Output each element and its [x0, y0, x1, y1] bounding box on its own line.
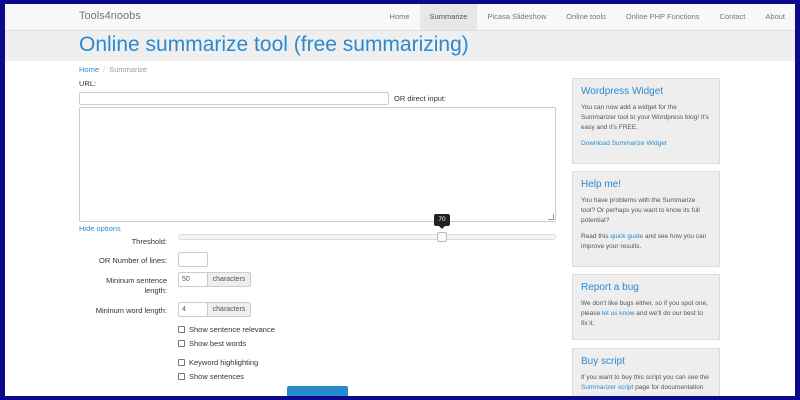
quick-guide-link[interactable]: quick guide — [610, 233, 643, 240]
summarizer-script-link[interactable]: Summarizer script — [581, 384, 633, 391]
submit-button[interactable] — [287, 386, 348, 396]
min-sentence-label-line1: Mininum sentence — [106, 276, 167, 285]
show-best-words-label[interactable]: Show best words — [189, 339, 246, 348]
show-best-words-checkbox[interactable] — [178, 340, 185, 347]
report-bug-text: We don't like bugs either, so if you spo… — [581, 300, 708, 327]
threshold-label: Threshold: — [131, 237, 167, 246]
help-panel: Help me! You have problems with the Summ… — [572, 171, 720, 267]
brand-logo[interactable]: Tools4noobs — [79, 10, 141, 22]
resize-handle[interactable] — [548, 214, 554, 220]
url-label: URL: — [79, 79, 97, 88]
show-sentence-relevance-label[interactable]: Show sentence relevance — [189, 325, 275, 334]
hide-options-link[interactable]: Hide options — [79, 224, 121, 233]
report-bug-panel: Report a bug We don't like bugs either, … — [572, 274, 720, 340]
min-sentence-unit: characters — [207, 272, 251, 287]
min-sentence-input[interactable]: 50 — [178, 272, 208, 287]
navbar: Tools4noobs Home Summarize Picasa Slides… — [5, 4, 795, 31]
min-word-unit: characters — [207, 302, 251, 317]
threshold-slider-track[interactable] — [178, 234, 556, 240]
nav-item-contact[interactable]: Contact — [710, 4, 756, 30]
breadcrumb-separator: / — [103, 65, 106, 74]
show-sentences-checkbox[interactable] — [178, 373, 185, 380]
min-sentence-label-line2: length: — [144, 286, 167, 295]
page-header: Online summarize tool (free summarizing) — [5, 31, 795, 61]
direct-input-label: OR direct input: — [394, 94, 447, 103]
help-title: Help me! — [581, 179, 622, 190]
min-word-label: Mininum word length: — [95, 306, 167, 315]
breadcrumb-current: Summarize — [109, 65, 148, 74]
buy-script-panel: Buy script If you want to buy this scrip… — [572, 348, 720, 396]
nav-item-online-tools[interactable]: Online tools — [556, 4, 616, 30]
min-word-input[interactable]: 4 — [178, 302, 208, 317]
wordpress-widget-panel: Wordpress Widget You can now add a widge… — [572, 78, 720, 164]
nav-menu: Home Summarize Picasa Slideshow Online t… — [380, 4, 795, 30]
buy-script-text: If you want to buy this script you can s… — [581, 374, 709, 391]
help-text-2: Read this quick guide and see how you ca… — [581, 233, 707, 250]
breadcrumb: Home / Summarize — [79, 65, 147, 74]
nav-item-summarize[interactable]: Summarize — [419, 4, 478, 30]
threshold-slider-handle[interactable] — [437, 232, 447, 242]
tooltip-arrow — [439, 226, 445, 229]
keyword-highlighting-checkbox[interactable] — [178, 359, 185, 366]
nav-item-online-php-functions[interactable]: Online PHP Functions — [616, 4, 710, 30]
lines-label: OR Number of lines: — [99, 256, 167, 265]
nav-item-picasa-slideshow[interactable]: Picasa Slideshow — [477, 4, 556, 30]
keyword-highlighting-label[interactable]: Keyword highlighting — [189, 358, 258, 367]
url-input[interactable] — [79, 92, 389, 105]
nav-item-about[interactable]: About — [755, 4, 795, 30]
breadcrumb-home-link[interactable]: Home — [79, 65, 99, 74]
show-sentence-relevance-checkbox[interactable] — [178, 326, 185, 333]
report-bug-title: Report a bug — [581, 282, 639, 293]
browser-page: Tools4noobs Home Summarize Picasa Slides… — [5, 4, 795, 396]
nav-item-home[interactable]: Home — [380, 4, 420, 30]
help-text: You have problems with the Summarize too… — [581, 197, 700, 224]
wordpress-widget-title: Wordpress Widget — [581, 86, 664, 97]
page-title: Online summarize tool (free summarizing) — [79, 33, 469, 56]
download-widget-link[interactable]: Download Summarize Widget — [581, 140, 667, 147]
buy-script-title: Buy script — [581, 356, 625, 367]
lines-input[interactable] — [178, 252, 208, 267]
show-sentences-label[interactable]: Show sentences — [189, 372, 244, 381]
let-us-know-link[interactable]: let us know — [602, 310, 635, 317]
wordpress-widget-text: You can now add a widget for the Summari… — [581, 104, 709, 131]
threshold-tooltip: 70 — [434, 214, 450, 226]
direct-input-textarea[interactable] — [79, 107, 556, 222]
